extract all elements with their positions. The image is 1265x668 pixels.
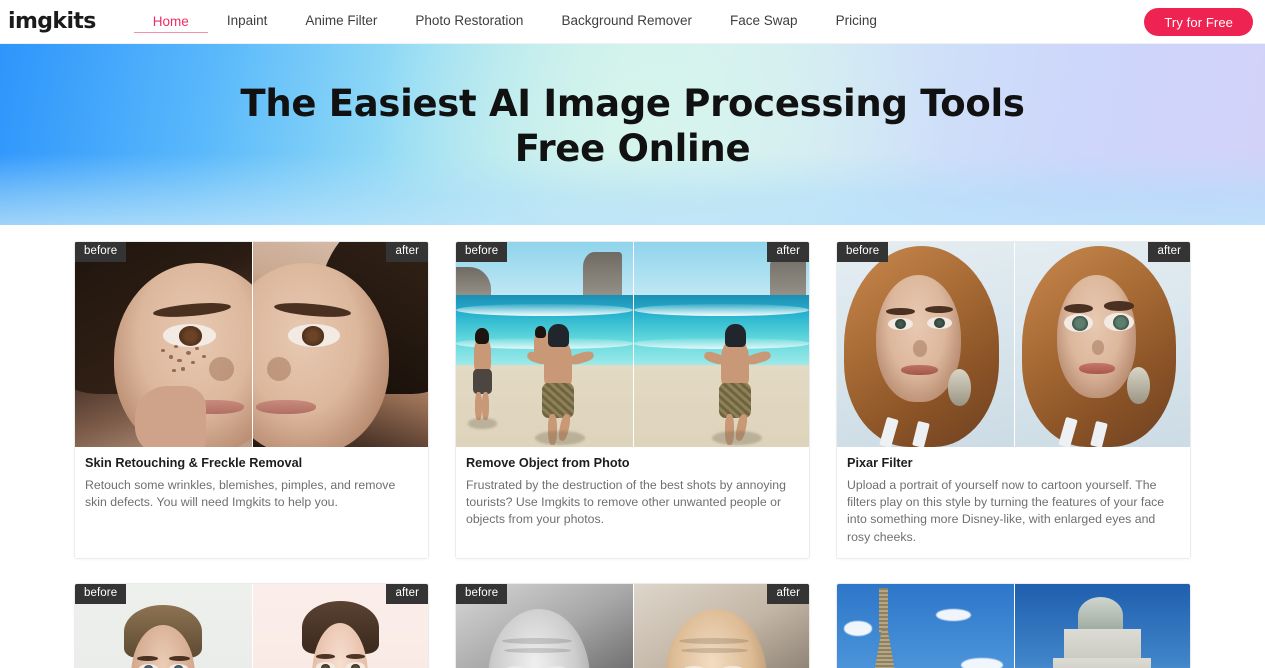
before-image-half: before	[75, 584, 252, 668]
top-navigation-bar: imgkits Home Inpaint Anime Filter Photo …	[0, 0, 1265, 44]
site-logo[interactable]: imgkits	[8, 10, 96, 33]
after-image-half: after	[632, 242, 809, 447]
card-text-block: Skin Retouching & Freckle Removal Retouc…	[75, 447, 428, 523]
nav-item-background-remover[interactable]: Background Remover	[542, 9, 711, 33]
feature-card-remove-object[interactable]: before after Remove Object from Photo Fr…	[455, 241, 810, 560]
feature-card-grid: before after Skin Retouching & Freckle R…	[68, 225, 1198, 668]
hero-title-line-2: Free Online	[514, 126, 751, 170]
badge-before: before	[456, 584, 508, 604]
badge-after: after	[1148, 242, 1190, 262]
before-after-image-background-replace	[837, 584, 1190, 668]
badge-before: before	[75, 584, 127, 604]
hero-banner: The Easiest AI Image Processing Tools Fr…	[0, 44, 1265, 225]
try-for-free-button[interactable]: Try for Free	[1144, 8, 1253, 36]
feature-card-background-replace[interactable]	[836, 583, 1191, 668]
card-description: Frustrated by the destruction of the bes…	[466, 477, 786, 527]
after-image-half: after	[251, 584, 428, 668]
before-image-half: before	[456, 584, 633, 668]
feature-card-pixar-filter[interactable]: before after Pixar Filter Upload a portr…	[836, 241, 1191, 560]
primary-nav: Home Inpaint Anime Filter Photo Restorat…	[133, 9, 896, 34]
nav-item-anime-filter[interactable]: Anime Filter	[286, 9, 396, 33]
nav-item-pricing[interactable]: Pricing	[817, 9, 896, 33]
nav-item-face-swap[interactable]: Face Swap	[711, 9, 817, 33]
badge-after: after	[386, 584, 428, 604]
nav-item-inpaint[interactable]: Inpaint	[208, 9, 287, 33]
before-image-half: before	[75, 242, 252, 447]
after-image-half: after	[632, 584, 809, 668]
before-after-image-gender-swap: before after	[75, 584, 428, 668]
card-title: Pixar Filter	[847, 456, 913, 470]
feature-card-photo-colorize[interactable]: before after	[455, 583, 810, 668]
after-image-half: after	[1013, 242, 1190, 447]
badge-after: after	[767, 584, 809, 604]
card-title: Skin Retouching & Freckle Removal	[85, 456, 303, 470]
before-image-half: before	[837, 242, 1014, 447]
before-after-image-pixar-filter: before after	[837, 242, 1190, 447]
badge-before: before	[837, 242, 889, 262]
page-title: The Easiest AI Image Processing Tools Fr…	[0, 44, 1265, 172]
after-image-half	[1013, 584, 1190, 668]
card-text-block: Remove Object from Photo Frustrated by t…	[456, 447, 809, 541]
before-after-image-remove-object: before after	[456, 242, 809, 447]
before-after-image-photo-colorize: before after	[456, 584, 809, 668]
card-description: Upload a portrait of yourself now to car…	[847, 477, 1165, 544]
nav-item-home[interactable]: Home	[133, 10, 208, 34]
card-description: Retouch some wrinkles, blemishes, pimple…	[85, 477, 396, 509]
hero-title-line-1: The Easiest AI Image Processing Tools	[240, 82, 1025, 125]
after-image-half: after	[251, 242, 428, 447]
badge-after: after	[386, 242, 428, 262]
card-title: Remove Object from Photo	[466, 456, 630, 470]
badge-before: before	[75, 242, 127, 262]
feature-card-skin-retouching[interactable]: before after Skin Retouching & Freckle R…	[74, 241, 429, 560]
feature-card-gender-swap[interactable]: before after	[74, 583, 429, 668]
before-image-half: before	[456, 242, 633, 447]
before-after-image-skin-retouching: before after	[75, 242, 428, 447]
nav-item-photo-restoration[interactable]: Photo Restoration	[396, 9, 542, 33]
badge-before: before	[456, 242, 508, 262]
card-text-block: Pixar Filter Upload a portrait of yourse…	[837, 447, 1190, 558]
badge-after: after	[767, 242, 809, 262]
before-image-half	[837, 584, 1014, 668]
